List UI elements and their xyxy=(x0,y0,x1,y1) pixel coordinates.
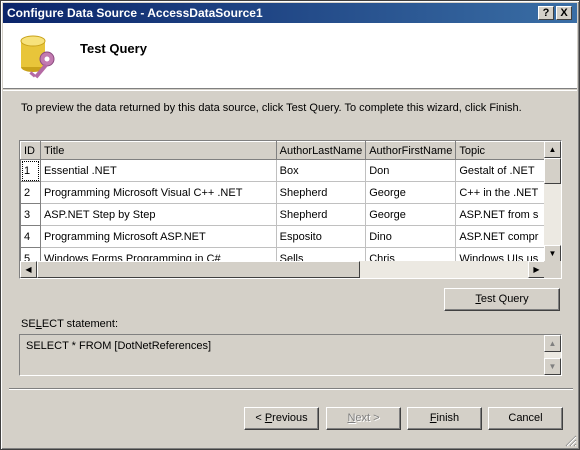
scroll-up-button[interactable]: ▲ xyxy=(544,141,561,158)
table-cell-title[interactable]: Windows Forms Programming in C# xyxy=(39,247,277,262)
sql-vertical-scrollbar[interactable]: ▲ ▼ xyxy=(544,335,561,375)
table-cell-authorlastname[interactable]: Sells xyxy=(275,247,367,262)
table-cell-authorlastname[interactable]: Shepherd xyxy=(275,181,367,204)
results-grid[interactable]: ID Title AuthorLastName AuthorFirstName Topi… xyxy=(19,140,562,279)
table-cell-id[interactable]: 4 xyxy=(20,225,41,248)
table-cell-authorlastname[interactable]: Box xyxy=(275,159,367,182)
select-statement-label: SELECT statement: xyxy=(21,318,119,330)
table-cell-id[interactable]: 3 xyxy=(20,203,41,226)
table-cell-authorfirstname[interactable]: George xyxy=(365,203,457,226)
table-row[interactable]: 3 ASP.NET Step by Step Shepherd George ASP.N… xyxy=(20,203,545,226)
next-button[interactable]: Next > xyxy=(326,407,401,430)
scroll-right-button[interactable]: ▶ xyxy=(528,261,545,278)
table-cell-id[interactable]: 1 xyxy=(20,159,41,182)
help-button[interactable]: ? xyxy=(538,6,554,20)
sql-scroll-up-button[interactable]: ▲ xyxy=(544,335,561,352)
table-cell-authorfirstname[interactable]: Dino xyxy=(365,225,457,248)
table-cell-topic[interactable]: Gestalt of .NET xyxy=(455,159,545,182)
table-cell-authorfirstname[interactable]: Don xyxy=(365,159,457,182)
scroll-corner xyxy=(544,261,561,278)
column-header-id[interactable]: ID xyxy=(20,141,41,160)
previous-button[interactable]: < Previous xyxy=(244,407,319,430)
dialog-window: Configure Data Source - AccessDataSource… xyxy=(0,0,580,450)
table-cell-authorfirstname[interactable]: Chris xyxy=(365,247,457,262)
table-cell-topic[interactable]: ASP.NET from s xyxy=(455,203,545,226)
grid-horizontal-scrollbar[interactable]: ◀ ▶ xyxy=(20,261,545,278)
table-cell-title[interactable]: Programming Microsoft ASP.NET xyxy=(39,225,277,248)
window-title: Configure Data Source - AccessDataSource… xyxy=(7,6,263,20)
horizontal-scroll-thumb[interactable] xyxy=(37,261,360,278)
grid-vertical-scrollbar[interactable]: ▲ ▼ xyxy=(544,141,561,262)
table-cell-authorlastname[interactable]: Esposito xyxy=(275,225,367,248)
title-bar[interactable]: Configure Data Source - AccessDataSource… xyxy=(3,3,577,23)
table-row[interactable]: 1 Essential .NET Box Don Gestalt of .NET xyxy=(20,159,545,182)
table-cell-id[interactable]: 5 xyxy=(20,247,41,262)
scroll-left-button[interactable]: ◀ xyxy=(20,261,37,278)
close-button[interactable]: X xyxy=(556,6,572,20)
header-divider xyxy=(3,90,577,91)
column-header-title[interactable]: Title xyxy=(39,141,277,160)
table-cell-topic[interactable]: Windows UIs us xyxy=(455,247,545,262)
table-row[interactable]: 2 Programming Microsoft Visual C++ .NET Sh… xyxy=(20,181,545,204)
vertical-scroll-thumb[interactable] xyxy=(544,158,561,184)
sql-scroll-down-button[interactable]: ▼ xyxy=(544,358,561,375)
table-cell-id[interactable]: 2 xyxy=(20,181,41,204)
column-header-authorlastname[interactable]: AuthorLastName xyxy=(275,141,367,160)
table-cell-authorfirstname[interactable]: George xyxy=(365,181,457,204)
results-table: ID Title AuthorLastName AuthorFirstName Topi… xyxy=(20,141,545,262)
finish-button[interactable]: Finish xyxy=(407,407,482,430)
scroll-down-button[interactable]: ▼ xyxy=(544,245,561,262)
table-cell-authorlastname[interactable]: Shepherd xyxy=(275,203,367,226)
resize-grip-icon[interactable] xyxy=(565,435,577,447)
database-key-icon xyxy=(20,35,55,79)
footer-separator xyxy=(9,388,573,390)
table-cell-topic[interactable]: ASP.NET compr xyxy=(455,225,545,248)
table-cell-title[interactable]: ASP.NET Step by Step xyxy=(39,203,277,226)
page-title: Test Query xyxy=(80,41,147,56)
test-query-button[interactable]: Test Query xyxy=(444,288,560,311)
table-cell-title[interactable]: Essential .NET xyxy=(39,159,277,182)
table-row[interactable]: 5 Windows Forms Programming in C# Sells Chr… xyxy=(20,247,545,262)
column-header-topic[interactable]: Topic xyxy=(455,141,545,160)
column-header-authorfirstname[interactable]: AuthorFirstName xyxy=(365,141,457,160)
cancel-button[interactable]: Cancel xyxy=(488,407,563,430)
table-cell-topic[interactable]: C++ in the .NET xyxy=(455,181,545,204)
wizard-header: Test Query xyxy=(3,23,577,89)
select-statement-text: SELECT * FROM [DotNetReferences] xyxy=(26,340,212,352)
table-row[interactable]: 4 Programming Microsoft ASP.NET Esposito Di… xyxy=(20,225,545,248)
instruction-text: To preview the data returned by this dat… xyxy=(21,102,522,114)
select-statement-box[interactable]: SELECT * FROM [DotNetReferences] ▲ ▼ xyxy=(19,334,562,376)
table-cell-title[interactable]: Programming Microsoft Visual C++ .NET xyxy=(39,181,277,204)
